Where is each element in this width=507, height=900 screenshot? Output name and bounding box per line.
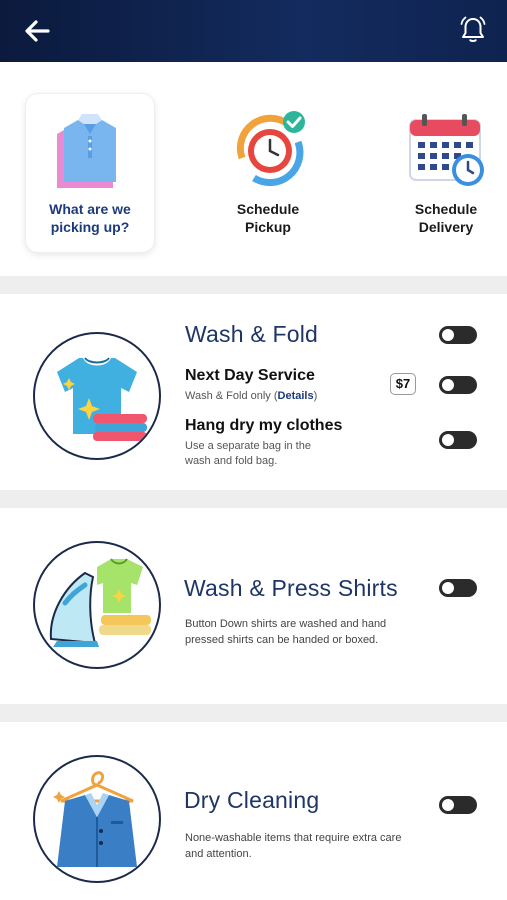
divider [0,276,507,294]
option-subtitle: Wash & Fold only (Details) [185,390,318,402]
step-schedule-delivery[interactable]: Schedule Delivery [382,94,507,252]
calendar-icon [409,114,484,186]
wash-press-toggle[interactable] [439,579,477,597]
toggle-knob [442,582,454,594]
step-what-picking-up[interactable]: What are we picking up? [26,94,154,252]
suit-hanger-icon [53,771,137,867]
wash-fold-image [33,332,161,460]
service-description: None-washable items that require extra c… [185,832,402,860]
option-subtitle: Use a separate bag in the wash and fold … [185,440,311,467]
option-title: Next Day Service [185,367,315,384]
next-day-toggle[interactable] [439,376,477,394]
order-steps: What are we picking up? Schedule Pickup [0,62,507,276]
clock-icon [236,111,305,187]
hang-dry-toggle[interactable] [439,431,477,449]
service-title: Wash & Fold [185,321,319,347]
toggle-knob [442,329,454,341]
step-schedule-pickup[interactable]: Schedule Pickup [204,94,332,252]
service-dry-cleaning: Dry Cleaning None-washable items that re… [0,722,507,900]
wash-fold-toggle[interactable] [439,326,477,344]
toggle-knob [442,379,454,391]
service-title: Dry Cleaning [184,787,320,813]
step-label: Schedule Pickup [236,201,300,235]
arrow-left-icon[interactable] [22,16,52,46]
service-wash-fold: Wash & Fold Next Day Service Wash & Fold… [0,294,507,490]
step-label: What are we picking up? [49,201,131,235]
bell-icon[interactable] [457,14,489,46]
divider [0,490,507,508]
top-bar [0,0,507,62]
iron-icon [49,558,151,647]
divider [0,704,507,722]
toggle-knob [442,799,454,811]
price-badge: $7 [390,373,416,395]
dry-cleaning-image [33,755,161,883]
step-label: Schedule Delivery [414,201,478,235]
tshirt-icon [57,357,147,441]
service-description: Button Down shirts are washed and hand p… [185,618,387,646]
service-title: Wash & Press Shirts [184,575,398,601]
toggle-knob [442,434,454,446]
service-wash-press: Wash & Press Shirts Button Down shirts a… [0,508,507,704]
option-title: Hang dry my clothes [185,417,343,434]
wash-press-image [33,541,161,669]
shirt-icon [57,114,116,188]
dry-cleaning-toggle[interactable] [439,796,477,814]
details-link[interactable]: Details [278,390,314,402]
